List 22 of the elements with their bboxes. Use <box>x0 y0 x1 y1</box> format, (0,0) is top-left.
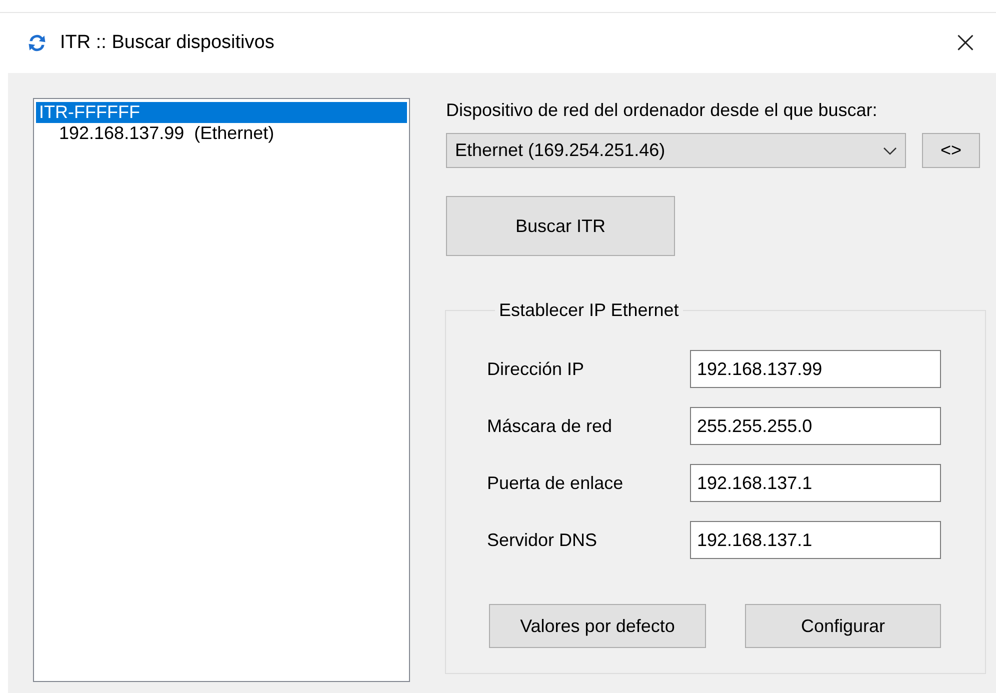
input-field[interactable]: 192.168.137.1 <box>690 464 941 502</box>
defaults-button[interactable]: Valores por defecto <box>489 604 706 648</box>
list-item[interactable]: ITR-FFFFFF <box>36 102 407 123</box>
field-label: Servidor DNS <box>487 530 598 550</box>
configure-button[interactable]: Configurar <box>745 604 941 648</box>
device-list[interactable]: ITR-FFFFFF 192.168.137.99 (Ethernet) <box>33 98 410 682</box>
search-button[interactable]: Buscar ITR <box>446 196 675 256</box>
input-field[interactable]: 192.168.137.99 <box>690 350 941 388</box>
input-field[interactable]: 255.255.255.0 <box>690 407 941 445</box>
group-title: Establecer IP Ethernet <box>498 300 680 321</box>
field-label: Máscara de red <box>487 416 612 436</box>
toggle-button[interactable]: <> <box>922 133 980 168</box>
network-device-label: Dispositivo de red del ordenador desde el que buscar: <box>446 100 878 121</box>
field-label: Dirección IP <box>487 358 584 380</box>
list-item[interactable]: 192.168.137.99 (Ethernet) <box>36 123 407 144</box>
refresh-icon <box>26 32 48 54</box>
close-button[interactable]: × <box>948 28 982 58</box>
chevron-down-icon <box>883 146 897 154</box>
window-title: ITR :: Buscar dispositivos <box>60 32 276 54</box>
network-device-dropdown[interactable]: Ethernet (169.254.251.46) <box>446 133 906 168</box>
input-field[interactable]: 192.168.137.1 <box>690 521 941 559</box>
field-label: Puerta de enlace <box>487 472 624 494</box>
